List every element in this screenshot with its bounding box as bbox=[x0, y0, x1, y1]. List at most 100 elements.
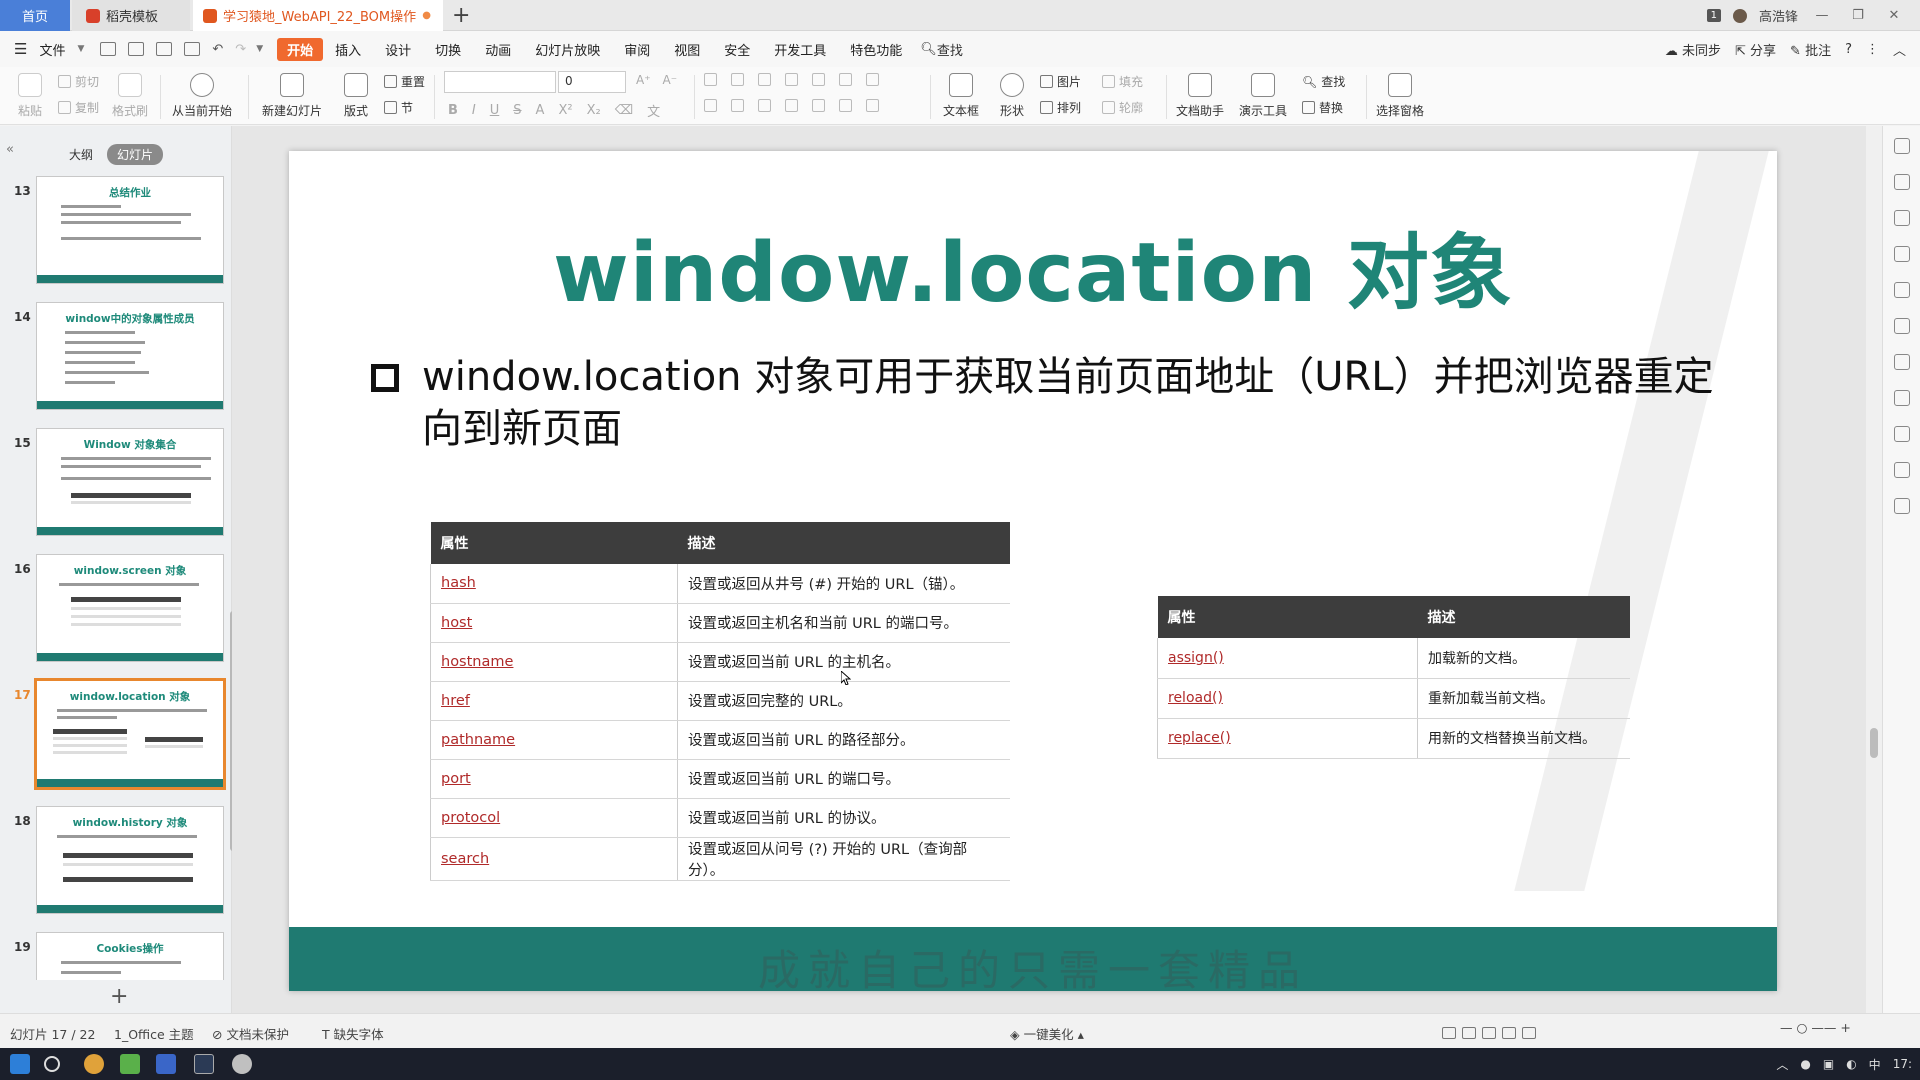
reading-view-icon[interactable] bbox=[1502, 1026, 1516, 1039]
security-icon[interactable] bbox=[1894, 498, 1910, 514]
tray-arrow-icon[interactable]: ︿ bbox=[1776, 1056, 1788, 1073]
close-window-icon[interactable]: ✕ bbox=[1882, 8, 1906, 23]
settings-sliders-icon[interactable] bbox=[1894, 282, 1910, 298]
property-link[interactable]: hash bbox=[430, 564, 678, 604]
tab-home[interactable]: 首页 bbox=[0, 0, 70, 31]
menu-animations[interactable]: 动画 bbox=[473, 40, 523, 59]
menu-file[interactable]: 文件 bbox=[27, 40, 77, 59]
grow-font-icon[interactable]: A⁺ bbox=[636, 73, 651, 87]
bullets-icon[interactable] bbox=[704, 73, 717, 86]
method-link[interactable]: assign() bbox=[1157, 638, 1418, 679]
slide-title[interactable]: window.location 对象 bbox=[289, 206, 1777, 325]
indent-increase-icon[interactable] bbox=[785, 73, 798, 86]
print-icon[interactable] bbox=[156, 42, 173, 56]
fill-button[interactable]: 填充 bbox=[1102, 73, 1143, 90]
tray-app-icon[interactable]: ● bbox=[1800, 1057, 1810, 1071]
para-settings-icon[interactable] bbox=[866, 99, 879, 112]
layout-button[interactable]: 版式 bbox=[336, 67, 376, 125]
app-icon[interactable] bbox=[120, 1054, 140, 1074]
property-link[interactable]: href bbox=[430, 681, 678, 721]
tab-document[interactable]: 学习猿地_WebAPI_22_BOM操作 ● bbox=[193, 0, 443, 31]
selection-pane-button[interactable]: 选择窗格 bbox=[1372, 67, 1428, 125]
comment-button[interactable]: ✎ 批注 bbox=[1790, 40, 1831, 59]
outline-button[interactable]: 轮廓 bbox=[1102, 99, 1143, 116]
align-center-icon[interactable] bbox=[731, 99, 744, 112]
distribute-icon[interactable] bbox=[812, 99, 825, 112]
search-icon[interactable] bbox=[44, 1056, 60, 1072]
cut-button[interactable]: 剪切 bbox=[58, 73, 99, 90]
normal-view-icon[interactable] bbox=[1462, 1026, 1476, 1039]
more-vert-icon[interactable]: ⋮ bbox=[1866, 42, 1879, 57]
slideshow-view-icon[interactable] bbox=[1522, 1026, 1536, 1039]
slide-thumbnail[interactable]: window中的对象属性成员 bbox=[36, 302, 224, 410]
methods-table[interactable]: 属性 描述 assign() 加载新的文档。 reload() 重新加载当前文档。 … bbox=[1157, 596, 1630, 759]
property-link[interactable]: hostname bbox=[430, 642, 678, 682]
paste-button[interactable]: 粘贴 bbox=[10, 67, 50, 125]
image-library-icon[interactable] bbox=[1894, 318, 1910, 334]
slide-thumbnail[interactable]: 总结作业 bbox=[36, 176, 224, 284]
ime-indicator[interactable]: 中 bbox=[1869, 1056, 1881, 1073]
sorter-view-icon[interactable] bbox=[1482, 1026, 1496, 1039]
search-icon[interactable]: 🔍︎ bbox=[920, 42, 937, 57]
menu-review[interactable]: 审阅 bbox=[612, 40, 662, 59]
archive-icon[interactable] bbox=[1894, 390, 1910, 406]
missing-font-status[interactable]: T 缺失字体 bbox=[322, 1024, 384, 1043]
export-icon[interactable] bbox=[128, 42, 145, 56]
menu-insert[interactable]: 插入 bbox=[323, 40, 373, 59]
slide-bullet-text[interactable]: window.location 对象可用于获取当前页面地址（URL）并把浏览器重… bbox=[422, 351, 1732, 455]
print-preview-icon[interactable] bbox=[184, 42, 201, 56]
reset-button[interactable]: 重置 bbox=[384, 73, 425, 90]
justify-icon[interactable] bbox=[785, 99, 798, 112]
browser-icon[interactable] bbox=[84, 1054, 104, 1074]
close-tab-icon[interactable]: ● bbox=[422, 10, 431, 21]
undo-icon[interactable]: ↶ bbox=[212, 42, 223, 57]
char-shading-icon[interactable]: 文 bbox=[647, 101, 660, 120]
clear-format-icon[interactable]: ⌫ bbox=[615, 103, 633, 118]
copy-button[interactable]: 复制 bbox=[58, 99, 99, 116]
grid-icon[interactable] bbox=[1894, 246, 1910, 262]
canvas-scrollbar[interactable] bbox=[1866, 126, 1882, 1013]
user-name[interactable]: 高浩锋 bbox=[1759, 6, 1798, 25]
menu-search[interactable]: 查找 bbox=[937, 40, 963, 59]
new-tab-button[interactable]: + bbox=[452, 3, 470, 28]
menu-view[interactable]: 视图 bbox=[662, 40, 712, 59]
superscript-icon[interactable]: X² bbox=[558, 103, 572, 118]
method-link[interactable]: replace() bbox=[1157, 718, 1418, 759]
underline-icon[interactable]: U bbox=[490, 103, 500, 118]
restore-icon[interactable]: ❐ bbox=[1846, 8, 1870, 23]
tab-outline[interactable]: 大纲 bbox=[69, 146, 93, 163]
menu-slideshow[interactable]: 幻灯片放映 bbox=[523, 40, 612, 59]
shrink-font-icon[interactable]: A⁻ bbox=[663, 73, 678, 87]
tab-slides[interactable]: 幻灯片 bbox=[107, 144, 164, 165]
method-link[interactable]: reload() bbox=[1157, 678, 1418, 719]
textbox-button[interactable]: 文本框 bbox=[936, 67, 986, 125]
slide[interactable]: window.location 对象 window.location 对象可用于… bbox=[289, 151, 1777, 991]
picture-icon[interactable] bbox=[1894, 426, 1910, 442]
slide-thumbnail[interactable]: window.history 对象 bbox=[36, 806, 224, 914]
slide-thumbnail-selected[interactable]: window.location 对象 bbox=[34, 678, 226, 790]
arrange-button[interactable]: 排列 bbox=[1040, 99, 1081, 116]
audio-icon[interactable] bbox=[1894, 462, 1910, 478]
hamburger-icon[interactable]: ☰ bbox=[14, 40, 27, 58]
font-size-field[interactable]: 0 bbox=[558, 71, 626, 93]
pointer-icon[interactable] bbox=[1894, 138, 1910, 154]
font-name-field[interactable] bbox=[444, 71, 556, 93]
wps-writer-icon[interactable] bbox=[156, 1054, 176, 1074]
add-slide-button[interactable]: + bbox=[110, 984, 128, 1009]
tool-icon[interactable] bbox=[232, 1054, 252, 1074]
thumbnail-row[interactable]: 19 Cookies操作 bbox=[0, 932, 232, 980]
menu-home[interactable]: 开始 bbox=[277, 37, 324, 61]
slide-thumbnail[interactable]: Cookies操作 bbox=[36, 932, 224, 980]
shape-button[interactable]: 形状 bbox=[990, 67, 1034, 125]
replace-button[interactable]: 替换 bbox=[1302, 99, 1343, 116]
fill-icon[interactable] bbox=[1894, 210, 1910, 226]
avatar[interactable] bbox=[1732, 8, 1747, 23]
menu-special[interactable]: 特色功能 bbox=[838, 40, 914, 59]
numbering-icon[interactable] bbox=[731, 73, 744, 86]
windows-start-icon[interactable] bbox=[10, 1054, 30, 1074]
slide-thumbnail[interactable]: Window 对象集合 bbox=[36, 428, 224, 536]
share-button[interactable]: ⇱ 分享 bbox=[1735, 40, 1776, 59]
notes-icon[interactable] bbox=[1442, 1026, 1456, 1039]
bold-icon[interactable]: B bbox=[448, 103, 458, 118]
share-icon[interactable] bbox=[1894, 354, 1910, 370]
